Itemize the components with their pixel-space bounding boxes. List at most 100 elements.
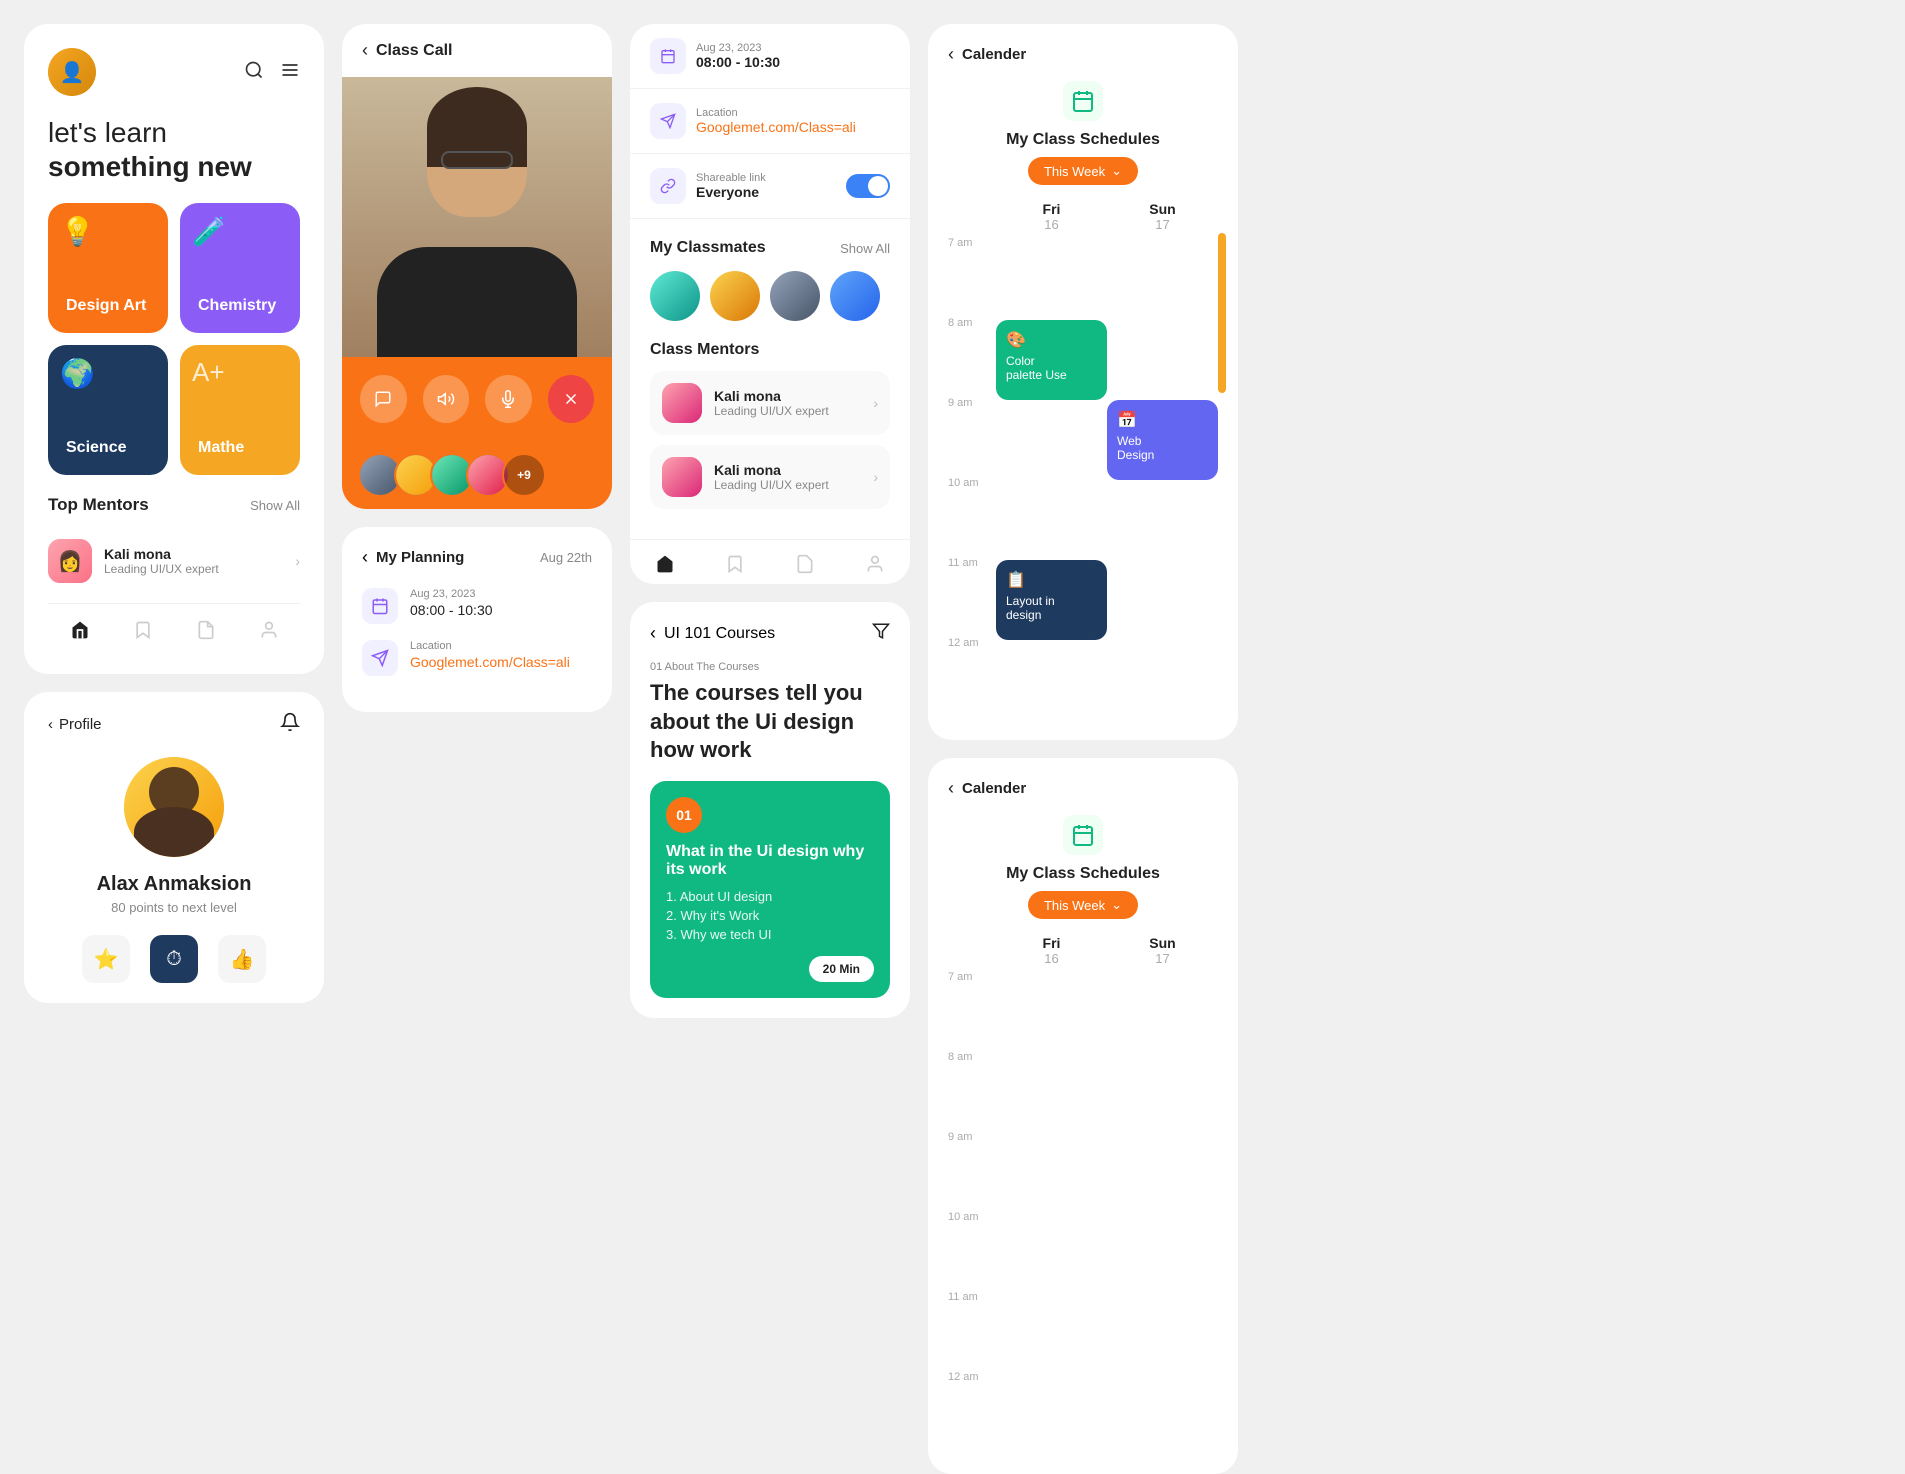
- time-11am: 11 am: [948, 553, 996, 633]
- mentor-card-1[interactable]: Kali mona Leading UI/UX expert ›: [650, 371, 890, 435]
- mic-btn[interactable]: [485, 375, 532, 423]
- planning-location-value[interactable]: Googlemet.com/Class=ali: [410, 654, 592, 670]
- classmate-2[interactable]: [710, 271, 760, 321]
- profile-avatar-wrap: [48, 757, 300, 857]
- greeting-line1: let's learn something new: [48, 116, 300, 183]
- bot-fri-slot-5: [996, 1294, 1107, 1374]
- cal-title-section: My Class Schedules This Week ⌄: [948, 81, 1218, 185]
- mentor-2-role: Leading UI/UX expert: [714, 478, 861, 492]
- class-date-label: Aug 23, 2023: [696, 42, 890, 54]
- profile-actions: ⭐ ⏱ 👍: [48, 935, 300, 983]
- cd-nav-notes-icon[interactable]: [795, 554, 815, 579]
- cal-bot-back-icon[interactable]: ‹: [948, 778, 954, 799]
- calendar-top-card: ‹ Calender My Class Schedules This Week …: [928, 24, 1238, 740]
- time-7am: 7 am: [948, 233, 996, 313]
- bot-time-7am: 7 am: [948, 967, 996, 1047]
- subject-mathe[interactable]: A+ Mathe: [180, 345, 300, 475]
- class-call-header: ‹ Class Call: [342, 24, 612, 77]
- class-location-label: Lacation: [696, 107, 890, 119]
- show-all-mentors[interactable]: Show All: [250, 498, 300, 513]
- classmates-show-all[interactable]: Show All: [840, 241, 890, 256]
- cal-top-back-icon[interactable]: ‹: [948, 44, 954, 65]
- classmate-4[interactable]: [830, 271, 880, 321]
- mentor-1-arrow-icon: ›: [873, 395, 878, 411]
- home-card: 👤 let's learn s: [24, 24, 324, 674]
- classmate-1[interactable]: [650, 271, 700, 321]
- cal-top-week-btn[interactable]: This Week ⌄: [1028, 157, 1138, 185]
- bell-icon[interactable]: [280, 712, 300, 737]
- profile-name: Alax Anmaksion: [48, 873, 300, 896]
- cal-bot-calendar-icon: [1063, 815, 1103, 855]
- course-duration: 20 Min: [809, 956, 874, 982]
- cal-bot-sun-num: 17: [1107, 951, 1218, 966]
- fri-slot-10: [996, 480, 1107, 560]
- star-action-btn[interactable]: ⭐: [82, 935, 130, 983]
- cal-layout-event[interactable]: 📋 Layout indesign: [996, 560, 1107, 640]
- ui101-back-icon: ‹: [650, 623, 656, 644]
- thumbsup-action-btn[interactable]: 👍: [218, 935, 266, 983]
- planning-back-icon: ‹: [362, 547, 368, 568]
- course-about-label: 01 About The Courses: [650, 661, 890, 673]
- mentor-1-avatar: [662, 383, 702, 423]
- cal-bot-time-col: 7 am 8 am 9 am 10 am 11 am 12 am: [948, 935, 996, 1454]
- nav-profile-icon[interactable]: [259, 620, 279, 646]
- class-call-title: Class Call: [376, 42, 452, 60]
- sun-slot-9: 📅 WebDesign: [1107, 400, 1218, 480]
- user-avatar[interactable]: 👤: [48, 48, 96, 96]
- planning-back[interactable]: ‹ My Planning: [362, 547, 464, 568]
- subject-design-art[interactable]: 💡 Design Art: [48, 203, 168, 333]
- volume-btn[interactable]: [423, 375, 470, 423]
- subject-science[interactable]: 🌍 Science: [48, 345, 168, 475]
- subject-grid: 💡 Design Art 🧪 Chemistry 🌍 Science A+ Ma…: [48, 203, 300, 475]
- cal-bot-week-btn[interactable]: This Week ⌄: [1028, 891, 1138, 919]
- menu-icon[interactable]: [280, 60, 300, 85]
- subject-chemistry[interactable]: 🧪 Chemistry: [180, 203, 300, 333]
- cal-webdesign-event[interactable]: 📅 WebDesign: [1107, 400, 1218, 480]
- cal-bot-sun-col: Sun 17: [1107, 935, 1218, 1454]
- nav-bookmark-icon[interactable]: [133, 620, 153, 646]
- profile-back-btn[interactable]: ‹ Profile: [48, 716, 102, 733]
- classmate-3[interactable]: [770, 271, 820, 321]
- shareable-left: Shareable link Everyone: [650, 168, 766, 204]
- cal-color-palette-event[interactable]: 🎨 Colorpalette Use: [996, 320, 1107, 400]
- nav-home-icon[interactable]: [70, 620, 90, 646]
- cd-nav-home-icon[interactable]: [655, 554, 675, 579]
- end-call-btn[interactable]: [548, 375, 595, 423]
- search-icon[interactable]: [244, 60, 264, 85]
- mentor-item[interactable]: 👩 Kali mona Leading UI/UX expert ›: [48, 527, 300, 595]
- cd-nav-bookmark-icon[interactable]: [725, 554, 745, 579]
- calendar-top-header: ‹ Calender: [948, 44, 1218, 65]
- mentor-2-info: Kali mona Leading UI/UX expert: [714, 462, 861, 492]
- sun-slot-11: [1107, 560, 1218, 640]
- cd-nav-profile-icon[interactable]: [865, 554, 885, 579]
- class-detail-location-row: Lacation Googlemet.com/Class=ali: [630, 89, 910, 154]
- cal-time-col: 7 am 8 am 9 am 10 am 11 am 12 am: [948, 201, 996, 720]
- home-header: 👤: [48, 48, 300, 96]
- bot-time-8am: 8 am: [948, 1047, 996, 1127]
- chat-btn[interactable]: [360, 375, 407, 423]
- shareable-toggle[interactable]: [846, 174, 890, 198]
- fri-slot-7: [996, 240, 1107, 320]
- cal-top-schedule-title: My Class Schedules: [948, 131, 1218, 149]
- fri-slot-9: [996, 400, 1107, 480]
- course-list-item-1: 1. About UI design: [666, 889, 874, 904]
- bot-fri-slot-4: [996, 1214, 1107, 1294]
- cal-sun-col: Sun 17 📅 WebDesign: [1107, 201, 1218, 720]
- cal-fri-num: 16: [996, 217, 1107, 232]
- nav-notes-icon[interactable]: [196, 620, 216, 646]
- mentor-2-name: Kali mona: [714, 462, 861, 478]
- bot-sun-slot-5: [1107, 1294, 1218, 1374]
- mentor-info: Kali mona Leading UI/UX expert: [104, 546, 283, 576]
- filter-icon[interactable]: [872, 622, 890, 645]
- class-location-value[interactable]: Googlemet.com/Class=ali: [696, 119, 890, 135]
- shareable-value: Everyone: [696, 184, 766, 200]
- mentor-card-2[interactable]: Kali mona Leading UI/UX expert ›: [650, 445, 890, 509]
- mentor-name: Kali mona: [104, 546, 283, 562]
- profile-header: ‹ Profile: [48, 712, 300, 737]
- header-icons: [244, 60, 300, 85]
- ui101-back[interactable]: ‹ UI 101 Courses: [650, 623, 775, 644]
- layout-label: Layout indesign: [1006, 594, 1097, 622]
- timer-action-btn[interactable]: ⏱: [150, 935, 198, 983]
- cal-bot-sun-name: Sun: [1107, 935, 1218, 951]
- class-call-back-icon[interactable]: ‹: [362, 40, 368, 61]
